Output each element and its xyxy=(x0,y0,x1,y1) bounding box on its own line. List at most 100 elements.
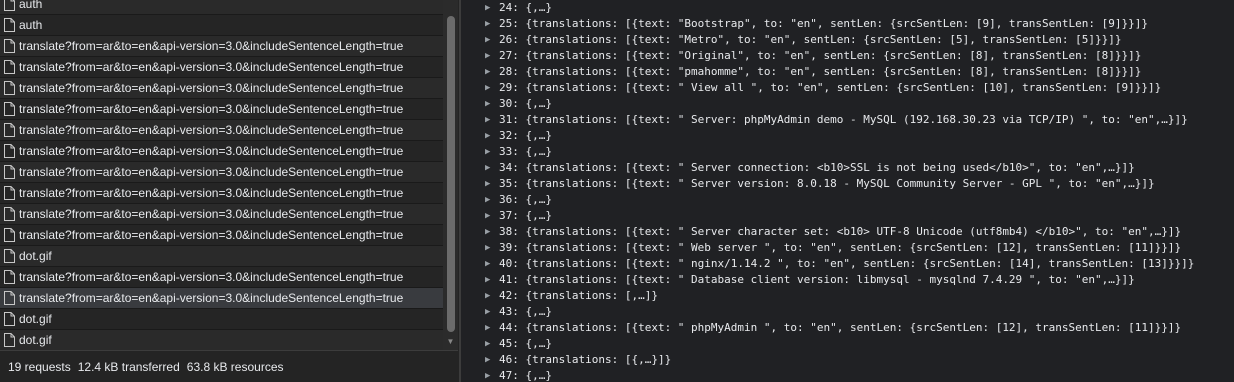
request-row[interactable]: auth xyxy=(0,15,443,36)
request-row[interactable]: dot.gif xyxy=(0,309,443,330)
request-name: translate?from=ar&to=en&api-version=3.0&… xyxy=(19,270,404,284)
request-row[interactable]: dot.gif xyxy=(0,330,443,351)
preview-entry[interactable]: ▶ 33: {,…} xyxy=(461,144,1234,160)
request-name: translate?from=ar&to=en&api-version=3.0&… xyxy=(19,60,404,74)
preview-entry[interactable]: ▶ 41: {translations: [{text: " Database c… xyxy=(461,272,1234,288)
expand-triangle-icon[interactable]: ▶ xyxy=(485,208,490,224)
preview-entry[interactable]: ▶ 42: {translations: [,…]} xyxy=(461,288,1234,304)
preview-entry-text: 36: {,…} xyxy=(499,193,552,206)
preview-entry-text: 46: {translations: [{,…}]} xyxy=(499,353,672,366)
preview-entry-text: 29: {translations: [{text: " View all ",… xyxy=(499,81,1162,94)
preview-entry[interactable]: ▶ 29: {translations: [{text: " View all "… xyxy=(461,80,1234,96)
request-name: translate?from=ar&to=en&api-version=3.0&… xyxy=(19,81,404,95)
preview-entry-text: 34: {translations: [{text: " Server conn… xyxy=(499,161,1135,174)
scrollbar-thumb[interactable] xyxy=(447,16,455,332)
expand-triangle-icon[interactable]: ▶ xyxy=(485,304,490,320)
request-name: dot.gif xyxy=(19,312,52,326)
expand-triangle-icon[interactable]: ▶ xyxy=(485,352,490,368)
preview-entry[interactable]: ▶ 47: {,…} xyxy=(461,368,1234,382)
preview-entry-text: 38: {translations: [{text: " Server char… xyxy=(499,225,1182,238)
preview-entry[interactable]: ▶ 43: {,…} xyxy=(461,304,1234,320)
file-icon xyxy=(4,249,15,263)
request-row[interactable]: translate?from=ar&to=en&api-version=3.0&… xyxy=(0,99,443,120)
preview-entry[interactable]: ▶ 27: {translations: [{text: "Original", … xyxy=(461,48,1234,64)
request-name: auth xyxy=(19,18,43,32)
file-icon xyxy=(4,270,15,284)
preview-entry-text: 43: {,…} xyxy=(499,305,552,318)
expand-triangle-icon[interactable]: ▶ xyxy=(485,16,490,32)
preview-entry-text: 27: {translations: [{text: "Original", t… xyxy=(499,49,1142,62)
file-icon xyxy=(4,18,15,32)
expand-triangle-icon[interactable]: ▶ xyxy=(485,64,490,80)
preview-entry-text: 24: {,…} xyxy=(499,1,552,14)
expand-triangle-icon[interactable]: ▶ xyxy=(485,368,490,382)
request-row[interactable]: translate?from=ar&to=en&api-version=3.0&… xyxy=(0,288,443,309)
preview-entry-text: 45: {,…} xyxy=(499,337,552,350)
request-name: translate?from=ar&to=en&api-version=3.0&… xyxy=(19,228,404,242)
request-row[interactable]: dot.gif xyxy=(0,246,443,267)
request-name: translate?from=ar&to=en&api-version=3.0&… xyxy=(19,207,404,221)
expand-triangle-icon[interactable]: ▶ xyxy=(485,80,490,96)
preview-entry[interactable]: ▶ 26: {translations: [{text: "Metro", to:… xyxy=(461,32,1234,48)
request-row[interactable]: translate?from=ar&to=en&api-version=3.0&… xyxy=(0,162,443,183)
request-row[interactable]: translate?from=ar&to=en&api-version=3.0&… xyxy=(0,225,443,246)
request-name: translate?from=ar&to=en&api-version=3.0&… xyxy=(19,165,404,179)
request-row[interactable]: translate?from=ar&to=en&api-version=3.0&… xyxy=(0,78,443,99)
request-row[interactable]: translate?from=ar&to=en&api-version=3.0&… xyxy=(0,204,443,225)
preview-entry[interactable]: ▶ 46: {translations: [{,…}]} xyxy=(461,352,1234,368)
expand-triangle-icon[interactable]: ▶ xyxy=(485,96,490,112)
request-row[interactable]: translate?from=ar&to=en&api-version=3.0&… xyxy=(0,141,443,162)
preview-entry[interactable]: ▶ 34: {translations: [{text: " Server con… xyxy=(461,160,1234,176)
preview-entry-text: 41: {translations: [{text: " Database cl… xyxy=(499,273,1135,286)
preview-entry[interactable]: ▶ 40: {translations: [{text: " nginx/1.14… xyxy=(461,256,1234,272)
expand-triangle-icon[interactable]: ▶ xyxy=(485,176,490,192)
expand-triangle-icon[interactable]: ▶ xyxy=(485,272,490,288)
preview-entry-text: 25: {translations: [{text: "Bootstrap", … xyxy=(499,17,1149,30)
scroll-down-arrow-icon[interactable]: ▼ xyxy=(443,337,458,347)
response-preview-pane: ▶ 24: {,…} ▶ 25: {translations: [{text: "Bo… xyxy=(461,0,1234,382)
transferred-size: 12.4 kB transferred xyxy=(77,359,180,374)
preview-entry[interactable]: ▶ 44: {translations: [{text: " phpMyAdmin… xyxy=(461,320,1234,336)
preview-entry[interactable]: ▶ 31: {translations: [{text: " Server: ph… xyxy=(461,112,1234,128)
preview-entry[interactable]: ▶ 38: {translations: [{text: " Server cha… xyxy=(461,224,1234,240)
expand-triangle-icon[interactable]: ▶ xyxy=(485,112,490,128)
expand-triangle-icon[interactable]: ▶ xyxy=(485,0,490,16)
preview-entry[interactable]: ▶ 37: {,…} xyxy=(461,208,1234,224)
request-list-pane: auth auth translate?from=ar&to=en&api-vers… xyxy=(0,0,460,382)
preview-entry[interactable]: ▶ 45: {,…} xyxy=(461,336,1234,352)
preview-entry[interactable]: ▶ 30: {,…} xyxy=(461,96,1234,112)
preview-entry-text: 37: {,…} xyxy=(499,209,552,222)
expand-triangle-icon[interactable]: ▶ xyxy=(485,128,490,144)
request-count: 19 requests xyxy=(8,359,71,374)
resources-size: 63.8 kB resources xyxy=(186,359,284,374)
preview-entry[interactable]: ▶ 35: {translations: [{text: " Server ver… xyxy=(461,176,1234,192)
expand-triangle-icon[interactable]: ▶ xyxy=(485,224,490,240)
request-row[interactable]: translate?from=ar&to=en&api-version=3.0&… xyxy=(0,120,443,141)
preview-entry[interactable]: ▶ 39: {translations: [{text: " Web server… xyxy=(461,240,1234,256)
request-row[interactable]: translate?from=ar&to=en&api-version=3.0&… xyxy=(0,36,443,57)
preview-entry[interactable]: ▶ 36: {,…} xyxy=(461,192,1234,208)
expand-triangle-icon[interactable]: ▶ xyxy=(485,192,490,208)
request-row[interactable]: translate?from=ar&to=en&api-version=3.0&… xyxy=(0,267,443,288)
expand-triangle-icon[interactable]: ▶ xyxy=(485,256,490,272)
expand-triangle-icon[interactable]: ▶ xyxy=(485,48,490,64)
expand-triangle-icon[interactable]: ▶ xyxy=(485,288,490,304)
expand-triangle-icon[interactable]: ▶ xyxy=(485,144,490,160)
expand-triangle-icon[interactable]: ▶ xyxy=(485,336,490,352)
expand-triangle-icon[interactable]: ▶ xyxy=(485,32,490,48)
request-list-scrollbar[interactable]: ▼ xyxy=(443,0,458,350)
preview-entry[interactable]: ▶ 32: {,…} xyxy=(461,128,1234,144)
request-name: dot.gif xyxy=(19,333,52,347)
preview-entry[interactable]: ▶ 28: {translations: [{text: "pmahomme", … xyxy=(461,64,1234,80)
request-row[interactable]: translate?from=ar&to=en&api-version=3.0&… xyxy=(0,57,443,78)
request-row[interactable]: translate?from=ar&to=en&api-version=3.0&… xyxy=(0,183,443,204)
expand-triangle-icon[interactable]: ▶ xyxy=(485,240,490,256)
preview-entry[interactable]: ▶ 24: {,…} xyxy=(461,0,1234,16)
expand-triangle-icon[interactable]: ▶ xyxy=(485,160,490,176)
request-row[interactable]: auth xyxy=(0,0,443,15)
preview-entry[interactable]: ▶ 25: {translations: [{text: "Bootstrap",… xyxy=(461,16,1234,32)
preview-entry-text: 39: {translations: [{text: " Web server … xyxy=(499,241,1182,254)
expand-triangle-icon[interactable]: ▶ xyxy=(485,320,490,336)
file-icon xyxy=(4,333,15,347)
request-name: translate?from=ar&to=en&api-version=3.0&… xyxy=(19,144,404,158)
